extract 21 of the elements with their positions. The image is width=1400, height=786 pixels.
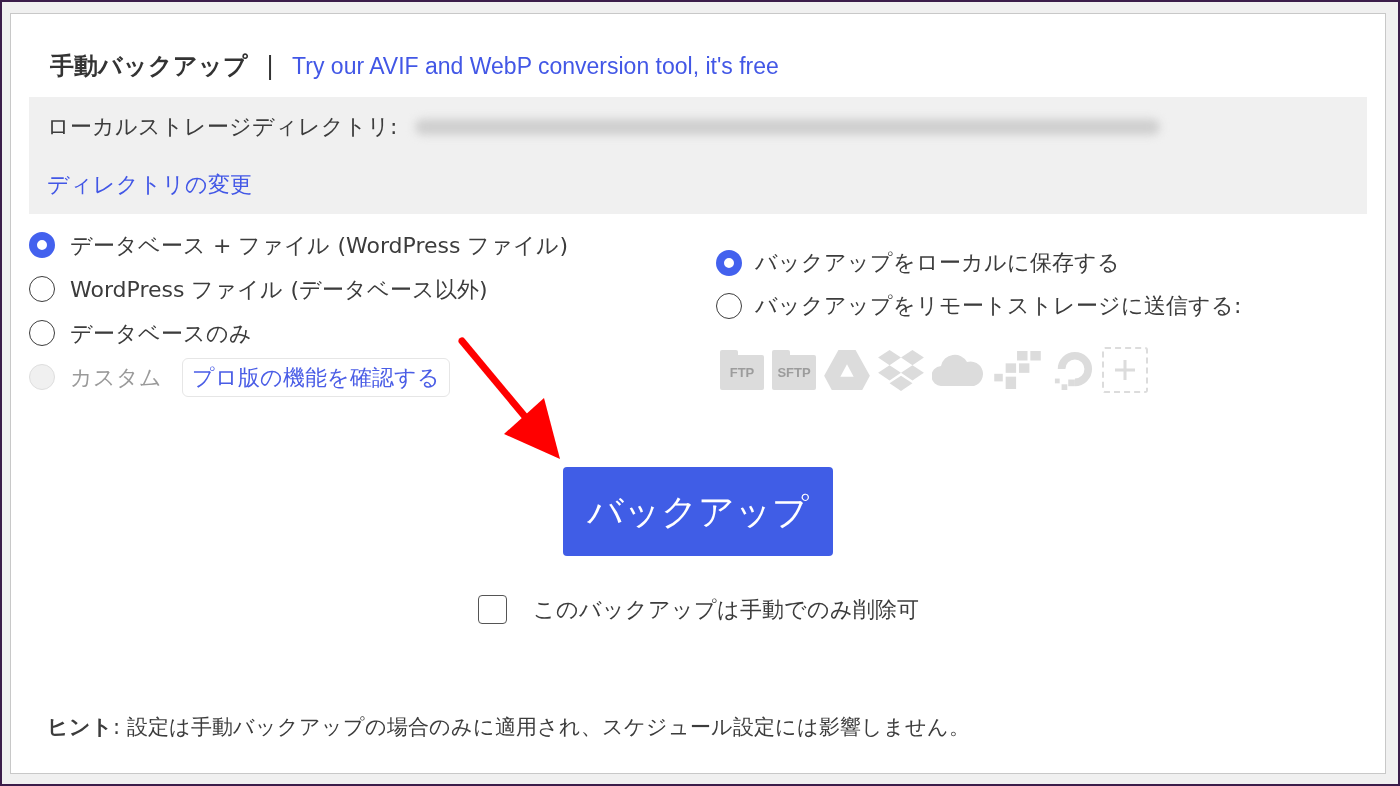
directory-label: ローカルストレージディレクトリ: xyxy=(47,113,398,141)
option-label: データベースのみ xyxy=(70,319,252,348)
radio-button[interactable] xyxy=(29,320,55,346)
radio-button[interactable] xyxy=(29,276,55,302)
promo-link[interactable]: Try our AVIF and WebP conversion tool, it's free xyxy=(292,50,779,82)
option-label: WordPress ファイル (データベース以外) xyxy=(70,275,488,304)
plus-icon xyxy=(1115,360,1135,380)
checkbox[interactable] xyxy=(477,595,507,624)
checkbox-label: このバックアップは手動でのみ削除可 xyxy=(532,596,919,624)
section-title: 手動バックアップ xyxy=(50,51,248,82)
option-label: バックアップをリモートストレージに送信する: xyxy=(755,292,1242,320)
option-label: データベース + ファイル (WordPress ファイル) xyxy=(70,231,569,260)
title-separator: | xyxy=(266,51,275,82)
change-directory-link[interactable]: ディレクトリの変更 xyxy=(47,171,252,199)
hint-text: ヒント: 設定は手動バックアップの場合のみに適用され、スケジュール設定には影響しません。 xyxy=(47,714,970,741)
radio-button[interactable] xyxy=(716,249,742,276)
backup-button[interactable]: バックアップ xyxy=(563,467,833,556)
radio-button[interactable] xyxy=(29,232,55,258)
option-label: カスタム xyxy=(70,363,162,392)
option-label: バックアップをローカルに保存する xyxy=(755,249,1120,277)
radio-button[interactable] xyxy=(716,292,742,319)
